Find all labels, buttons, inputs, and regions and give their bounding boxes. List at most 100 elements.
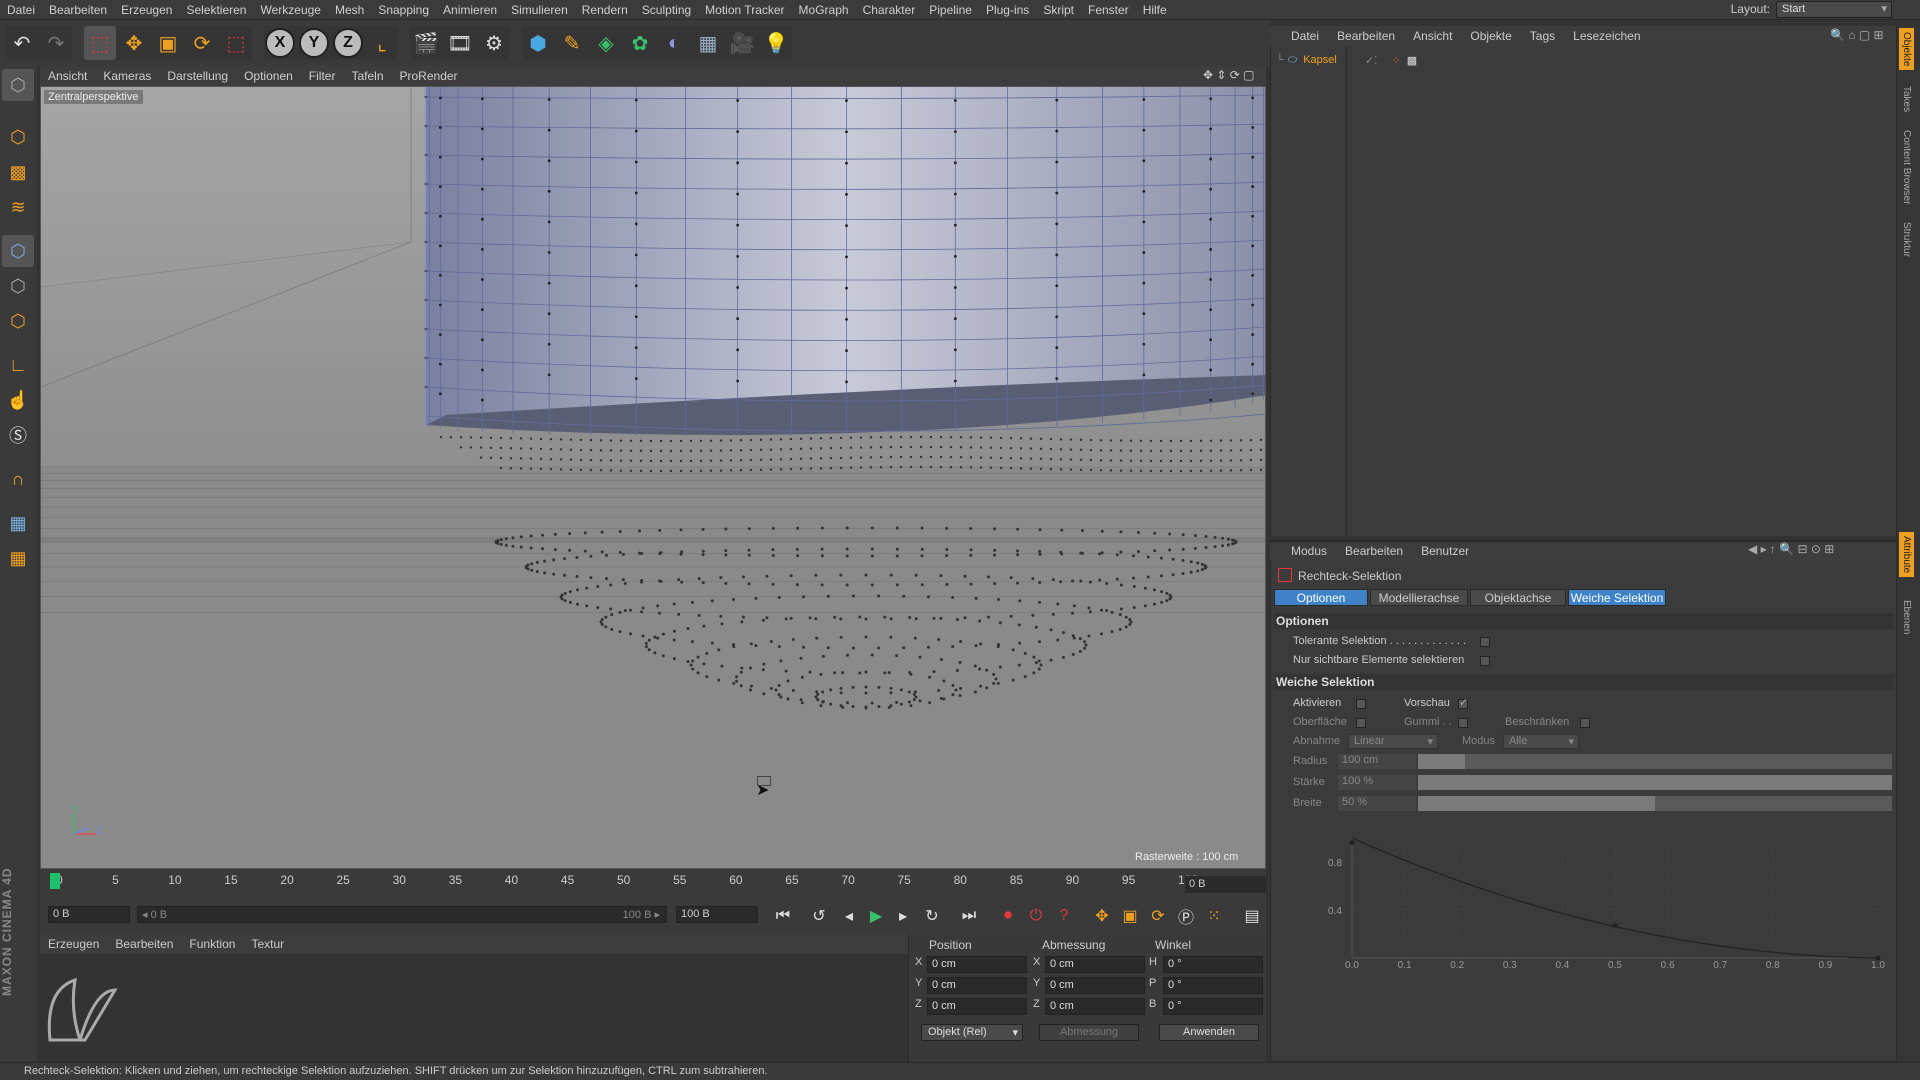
- redo-icon[interactable]: ↷: [40, 26, 72, 60]
- camera-icon[interactable]: 🎥: [726, 26, 758, 60]
- angle-field[interactable]: 0 °: [1163, 998, 1263, 1015]
- tweak-mode-icon[interactable]: ☝: [2, 384, 34, 416]
- size-field[interactable]: 0 cm: [1045, 977, 1145, 994]
- position-field[interactable]: 0 cm: [927, 956, 1027, 973]
- tolerant-selection-checkbox[interactable]: [1480, 637, 1490, 647]
- material-menu-funktion[interactable]: Funktion: [181, 937, 243, 951]
- size-mode-dropdown[interactable]: Abmessung: [1039, 1024, 1139, 1041]
- menu-item-snapping[interactable]: Snapping: [371, 3, 436, 17]
- menu-item-plug-ins[interactable]: Plug-ins: [979, 3, 1036, 17]
- rubber-checkbox[interactable]: [1458, 718, 1468, 728]
- keyframe-selection-icon[interactable]: ?: [1052, 904, 1076, 928]
- menu-item-simulieren[interactable]: Simulieren: [504, 3, 575, 17]
- menu-item-animieren[interactable]: Animieren: [436, 3, 504, 17]
- restrict-checkbox[interactable]: [1580, 718, 1590, 728]
- key-rotation-icon[interactable]: ⟳: [1146, 904, 1170, 928]
- viewport[interactable]: [40, 86, 1266, 869]
- z-axis-button[interactable]: Z: [332, 26, 364, 60]
- cloner-icon[interactable]: ✿: [624, 26, 656, 60]
- current-frame-field[interactable]: 0 B: [1185, 876, 1267, 893]
- size-field[interactable]: 0 cm: [1045, 956, 1145, 973]
- surface-checkbox[interactable]: [1356, 718, 1366, 728]
- key-scale-icon[interactable]: ▣: [1118, 904, 1142, 928]
- next-frame-icon[interactable]: ▸: [891, 904, 915, 928]
- menu-item-rendern[interactable]: Rendern: [575, 3, 635, 17]
- menu-item-pipeline[interactable]: Pipeline: [922, 3, 979, 17]
- range-slider[interactable]: ◂ 0 B 100 B ▸: [137, 906, 667, 923]
- grid-snap-icon[interactable]: ▦: [2, 542, 34, 574]
- attribute-menu-modus[interactable]: Modus: [1282, 544, 1336, 558]
- preview-checkbox[interactable]: [1458, 696, 1468, 709]
- visibility-toggle-icon[interactable]: ✓⁚: [1365, 54, 1378, 67]
- viewport-menu-prorender[interactable]: ProRender: [392, 69, 466, 83]
- go-to-prev-key-icon[interactable]: ↺: [807, 904, 831, 928]
- start-frame-field[interactable]: 0 B: [48, 906, 130, 923]
- scale-icon[interactable]: ▣: [152, 26, 184, 60]
- edges-mode-icon[interactable]: ⬡: [2, 270, 34, 302]
- timeline-icon[interactable]: ▤: [1240, 904, 1264, 928]
- position-field[interactable]: 0 cm: [927, 998, 1027, 1015]
- rotate-icon[interactable]: ⟳: [186, 26, 218, 60]
- key-point-level-icon[interactable]: ⁙: [1202, 904, 1226, 928]
- selection-tag-icon[interactable]: ⁘: [1392, 54, 1401, 67]
- tab-object-axis[interactable]: Objektachse: [1470, 589, 1566, 606]
- layout-select[interactable]: Start: [1776, 1, 1892, 18]
- x-axis-button[interactable]: X: [264, 26, 296, 60]
- menu-item-sculpting[interactable]: Sculpting: [635, 3, 698, 17]
- object-menu-ansicht[interactable]: Ansicht: [1404, 29, 1461, 43]
- size-field[interactable]: 0 cm: [1045, 998, 1145, 1015]
- texture-mode-icon[interactable]: ▩: [2, 156, 34, 188]
- snap-icon[interactable]: Ⓢ: [2, 419, 34, 451]
- tab-options[interactable]: Optionen: [1274, 589, 1368, 606]
- material-menu-textur[interactable]: Textur: [243, 937, 292, 951]
- material-menu-bearbeiten[interactable]: Bearbeiten: [107, 937, 181, 951]
- strength-slider[interactable]: [1418, 775, 1892, 790]
- cube-icon[interactable]: ⬢: [522, 26, 554, 60]
- material-manager-area[interactable]: [40, 954, 908, 1064]
- menu-item-mograph[interactable]: MoGraph: [792, 3, 856, 17]
- viewport-menu-darstellung[interactable]: Darstellung: [159, 69, 236, 83]
- menu-item-erzeugen[interactable]: Erzeugen: [114, 3, 179, 17]
- go-to-start-icon[interactable]: ⏮: [771, 904, 795, 928]
- side-tab-objekte[interactable]: Objekte: [1899, 28, 1914, 71]
- menu-item-mesh[interactable]: Mesh: [328, 3, 371, 17]
- menu-item-fenster[interactable]: Fenster: [1081, 3, 1136, 17]
- attribute-menu-benutzer[interactable]: Benutzer: [1412, 544, 1478, 558]
- object-row-kapsel[interactable]: └ ⬭ Kapsel ✓⁚ ⁘ ▩: [1276, 52, 1417, 68]
- menu-item-charakter[interactable]: Charakter: [856, 3, 923, 17]
- object-name[interactable]: Kapsel: [1303, 54, 1337, 66]
- end-frame-field[interactable]: 100 B: [676, 906, 758, 923]
- make-editable-icon[interactable]: ⬡: [2, 69, 34, 101]
- radius-field[interactable]: 100 cm: [1338, 754, 1416, 769]
- floor-icon[interactable]: ▦: [692, 26, 724, 60]
- polygons-mode-icon[interactable]: ⬡: [2, 305, 34, 337]
- viewport-nav-icon[interactable]: ✥ ⇕ ⟳ ▢: [1203, 68, 1255, 82]
- render-picture-viewer-icon[interactable]: 🎞: [444, 26, 476, 60]
- attribute-menu-bearbeiten[interactable]: Bearbeiten: [1336, 544, 1412, 558]
- material-menu-erzeugen[interactable]: Erzeugen: [40, 937, 107, 951]
- activate-checkbox[interactable]: [1356, 699, 1366, 709]
- apply-button[interactable]: Anwenden: [1159, 1024, 1259, 1041]
- falloff-curve-graph[interactable]: 0.0 0.1 0.2 0.3 0.4 0.5 0.6 0.7 0.8 0.9 1.0 0.8 0.4: [1310, 828, 1894, 970]
- subdivision-surface-icon[interactable]: ◈: [590, 26, 622, 60]
- angle-field[interactable]: 0 °: [1163, 977, 1263, 994]
- menu-item-bearbeiten[interactable]: Bearbeiten: [42, 3, 114, 17]
- viewport-menu-tafeln[interactable]: Tafeln: [343, 69, 391, 83]
- timeline[interactable]: 0510152025303540455055606570758085909510…: [40, 869, 1266, 895]
- deformer-icon[interactable]: ◐: [658, 26, 690, 60]
- move-icon[interactable]: ✥: [118, 26, 150, 60]
- menu-item-motion-tracker[interactable]: Motion Tracker: [698, 3, 791, 17]
- mode-dropdown[interactable]: Alle ▾: [1503, 734, 1579, 749]
- curve-knot[interactable]: [1349, 840, 1355, 846]
- model-mode-icon[interactable]: ⬡: [2, 121, 34, 153]
- menu-item-datei[interactable]: Datei: [0, 3, 42, 17]
- material-tag-icon[interactable]: ▩: [1407, 54, 1417, 67]
- points-mode-icon[interactable]: ⬡: [2, 235, 34, 267]
- record-keys-icon[interactable]: ⏺: [996, 904, 1020, 928]
- menu-item-werkzeuge[interactable]: Werkzeuge: [253, 3, 327, 17]
- playhead[interactable]: [50, 873, 60, 889]
- go-to-next-key-icon[interactable]: ↻: [920, 904, 944, 928]
- workplane-lock-icon[interactable]: ▦: [2, 507, 34, 539]
- side-tab-content-browser[interactable]: Content Browser: [1899, 126, 1914, 208]
- magnet-icon[interactable]: ∩: [2, 463, 34, 495]
